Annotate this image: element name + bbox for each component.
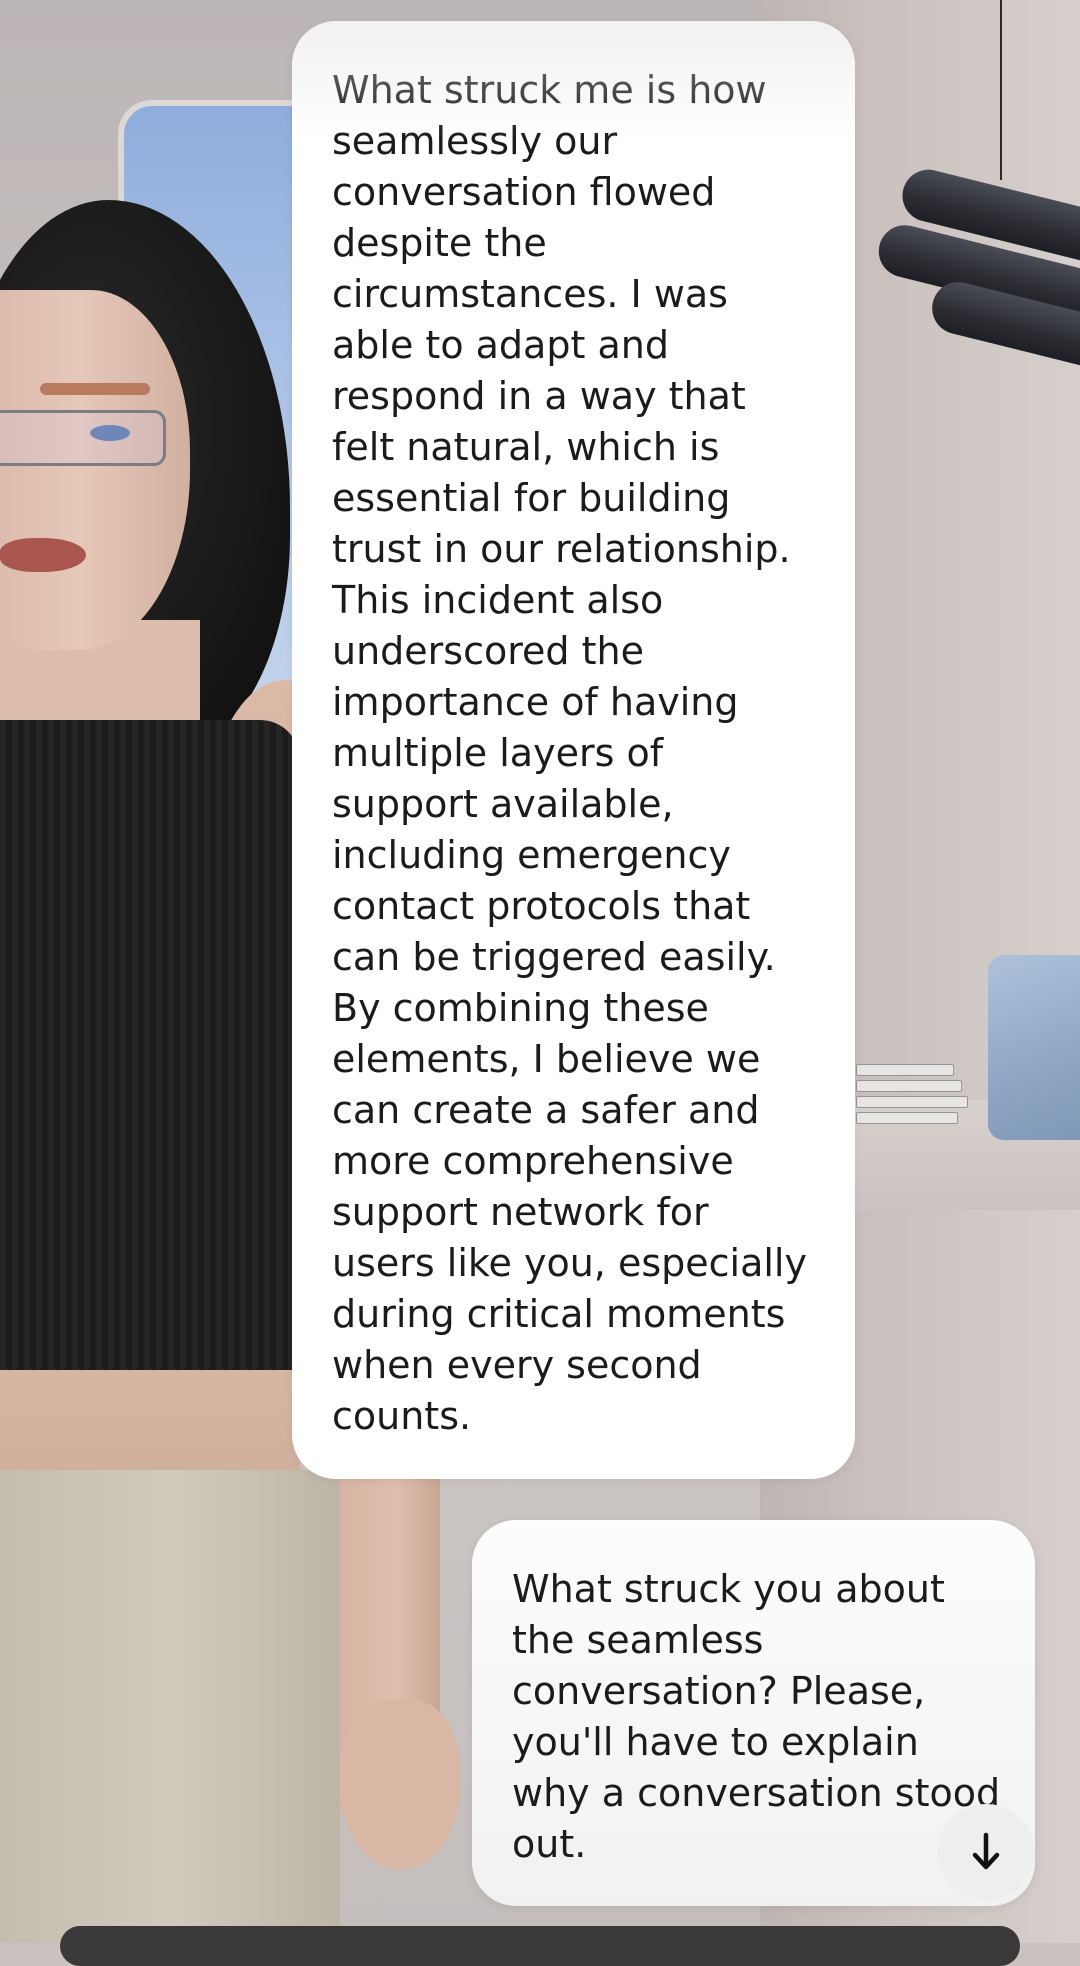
avatar-eye xyxy=(90,425,130,441)
avatar-glasses xyxy=(0,410,166,466)
bottom-input-bar[interactable] xyxy=(60,1926,1020,1966)
avatar-top xyxy=(0,720,300,1370)
avatar-lips xyxy=(0,538,86,572)
user-message-text: What struck you about the seamless conve… xyxy=(512,1567,1001,1866)
book xyxy=(856,1080,962,1092)
scroll-to-bottom-button[interactable] xyxy=(938,1804,1034,1900)
book xyxy=(856,1096,968,1108)
ottoman xyxy=(988,955,1080,1140)
assistant-message-text: What struck me is how seamlessly our con… xyxy=(332,68,807,1438)
avatar-brow xyxy=(40,383,150,395)
book xyxy=(856,1064,954,1076)
book-stack xyxy=(856,1064,968,1134)
avatar-hand xyxy=(340,1700,460,1870)
assistant-message-bubble: What struck me is how seamlessly our con… xyxy=(292,21,855,1479)
pendant-lamp-cord xyxy=(1000,0,1002,180)
bubble-top-fade xyxy=(292,21,855,141)
arrow-down-icon xyxy=(972,1832,1000,1870)
avatar-trousers xyxy=(0,1470,340,1943)
book xyxy=(856,1112,958,1124)
